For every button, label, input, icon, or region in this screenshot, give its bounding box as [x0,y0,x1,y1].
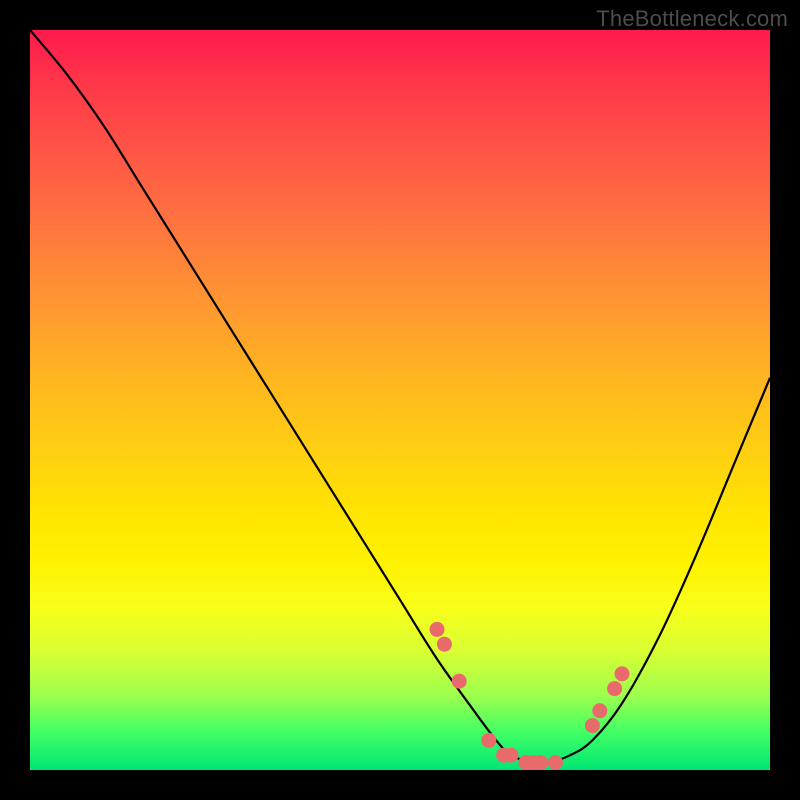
marker-dot [607,681,622,696]
marker-dot [504,748,519,763]
watermark-text: TheBottleneck.com [596,6,788,32]
marker-dot [548,755,563,770]
marker-dot [615,666,630,681]
marker-dot [452,674,467,689]
marker-dot [585,718,600,733]
chart-frame: TheBottleneck.com [0,0,800,800]
marker-dot [533,755,548,770]
marker-dot [592,703,607,718]
bottleneck-curve [30,30,770,764]
marker-group [430,622,630,770]
marker-dot [481,733,496,748]
curve-layer [30,30,770,770]
plot-area [30,30,770,770]
marker-dot [437,637,452,652]
marker-dot [430,622,445,637]
